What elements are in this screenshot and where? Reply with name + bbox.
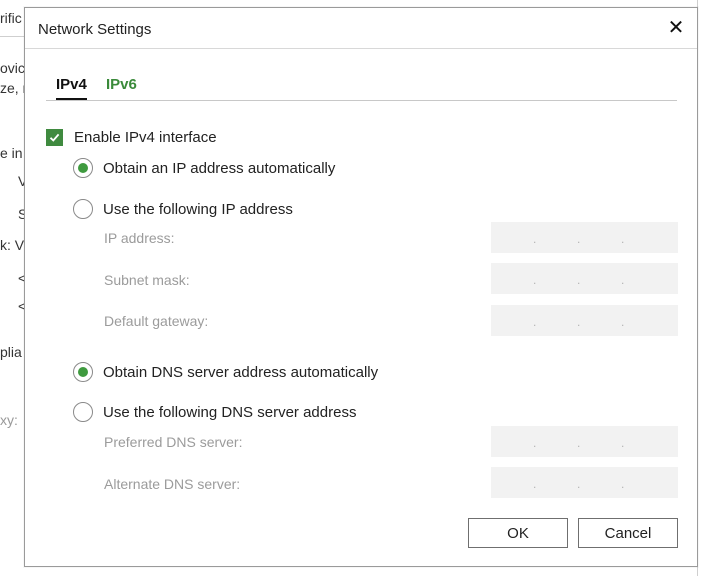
background-text: xy: [0,412,18,428]
radio-obtain-ip-auto[interactable]: Obtain an IP address automatically [73,158,335,178]
preferred-dns-label: Preferred DNS server: [104,434,243,450]
close-icon[interactable]: ✕ [665,15,687,39]
radio-unselected-icon[interactable] [73,199,93,219]
tab-bar: IPv4 IPv6 [46,76,677,101]
tab-ipv4[interactable]: IPv4 [56,76,87,100]
alternate-dns-label: Alternate DNS server: [104,476,241,492]
subnet-mask-label: Subnet mask: [104,272,190,288]
tab-ipv6[interactable]: IPv6 [106,76,137,98]
radio-label: Obtain DNS server address automatically [103,363,379,381]
checkbox-checked-icon[interactable] [46,129,63,146]
background-text: e in [0,145,23,161]
background-divider [0,36,24,37]
radio-unselected-icon[interactable] [73,402,93,422]
ok-button[interactable]: OK [468,518,568,548]
radio-obtain-dns-auto[interactable]: Obtain DNS server address automatically [73,362,378,382]
radio-selected-icon[interactable] [73,158,93,178]
cancel-button[interactable]: Cancel [578,518,678,548]
radio-use-following-ip[interactable]: Use the following IP address [73,199,293,219]
title-divider [25,48,697,49]
radio-label: Obtain an IP address automatically [103,159,336,177]
network-settings-dialog: Network Settings ✕ IPv4 IPv6 Enable IPv4… [24,7,698,567]
background-text: ovic [0,60,25,76]
radio-label: Use the following IP address [103,200,293,218]
default-gateway-field: ... [491,305,678,336]
enable-ipv4-checkbox[interactable]: Enable IPv4 interface [46,129,217,146]
radio-label: Use the following DNS server address [103,403,357,421]
subnet-mask-field: ... [491,263,678,294]
default-gateway-label: Default gateway: [104,313,209,329]
background-text: rific [0,10,22,26]
ip-address-label: IP address: [104,230,175,246]
dialog-title: Network Settings [38,21,152,38]
background-text: plia [0,344,22,360]
alternate-dns-field: ... [491,467,678,498]
ip-address-field: ... [491,222,678,253]
enable-ipv4-label: Enable IPv4 interface [74,129,217,146]
radio-use-following-dns[interactable]: Use the following DNS server address [73,402,356,422]
radio-selected-icon[interactable] [73,362,93,382]
background-text: k: V [0,237,25,253]
preferred-dns-field: ... [491,426,678,457]
